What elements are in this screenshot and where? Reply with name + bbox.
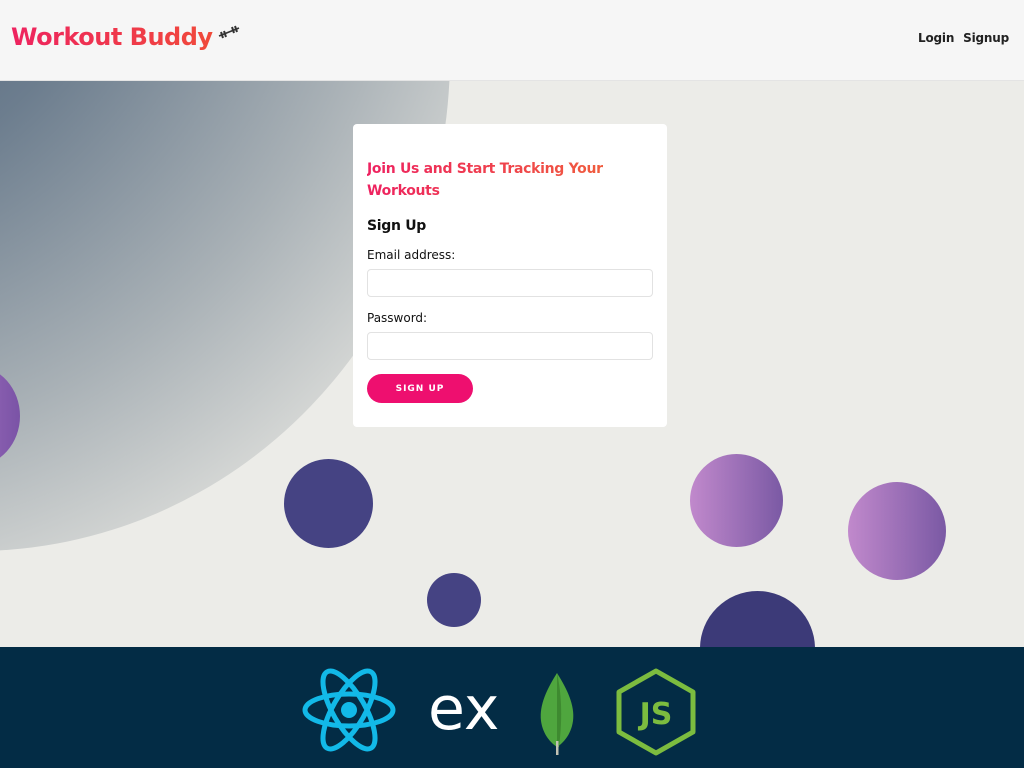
express-logo: ex bbox=[428, 674, 512, 744]
password-label: Password: bbox=[367, 311, 428, 325]
svg-text:ex: ex bbox=[428, 677, 499, 737]
auth-nav: Login Signup bbox=[918, 31, 1009, 45]
decorative-bubble bbox=[427, 573, 481, 627]
brand-link[interactable]: Workout Buddy bbox=[11, 23, 242, 51]
email-field[interactable] bbox=[367, 269, 653, 297]
dumbbell-icon bbox=[216, 24, 242, 43]
decorative-bubble bbox=[690, 454, 783, 547]
brand-title: Workout Buddy bbox=[11, 23, 213, 51]
tech-stack-banner: ex JS bbox=[0, 647, 1024, 768]
password-field[interactable] bbox=[367, 332, 653, 360]
login-link[interactable]: Login bbox=[918, 31, 954, 45]
decorative-bubble bbox=[700, 591, 815, 647]
nodejs-logo: JS bbox=[615, 668, 697, 760]
email-label: Email address: bbox=[367, 248, 456, 262]
decorative-bubble bbox=[848, 482, 946, 580]
signup-button[interactable]: SIGN UP bbox=[367, 374, 473, 403]
mongodb-logo bbox=[537, 671, 577, 761]
top-navbar: Workout Buddy Login Signup bbox=[0, 0, 1024, 81]
signup-form: Join Us and Start Tracking Your Workouts… bbox=[353, 124, 667, 427]
react-logo bbox=[302, 667, 396, 757]
signup-heading: Join Us and Start Tracking Your Workouts bbox=[367, 158, 627, 202]
form-title: Sign Up bbox=[367, 218, 427, 234]
signup-link[interactable]: Signup bbox=[963, 31, 1009, 45]
svg-text:JS: JS bbox=[638, 697, 673, 732]
decorative-bubble bbox=[284, 459, 373, 548]
